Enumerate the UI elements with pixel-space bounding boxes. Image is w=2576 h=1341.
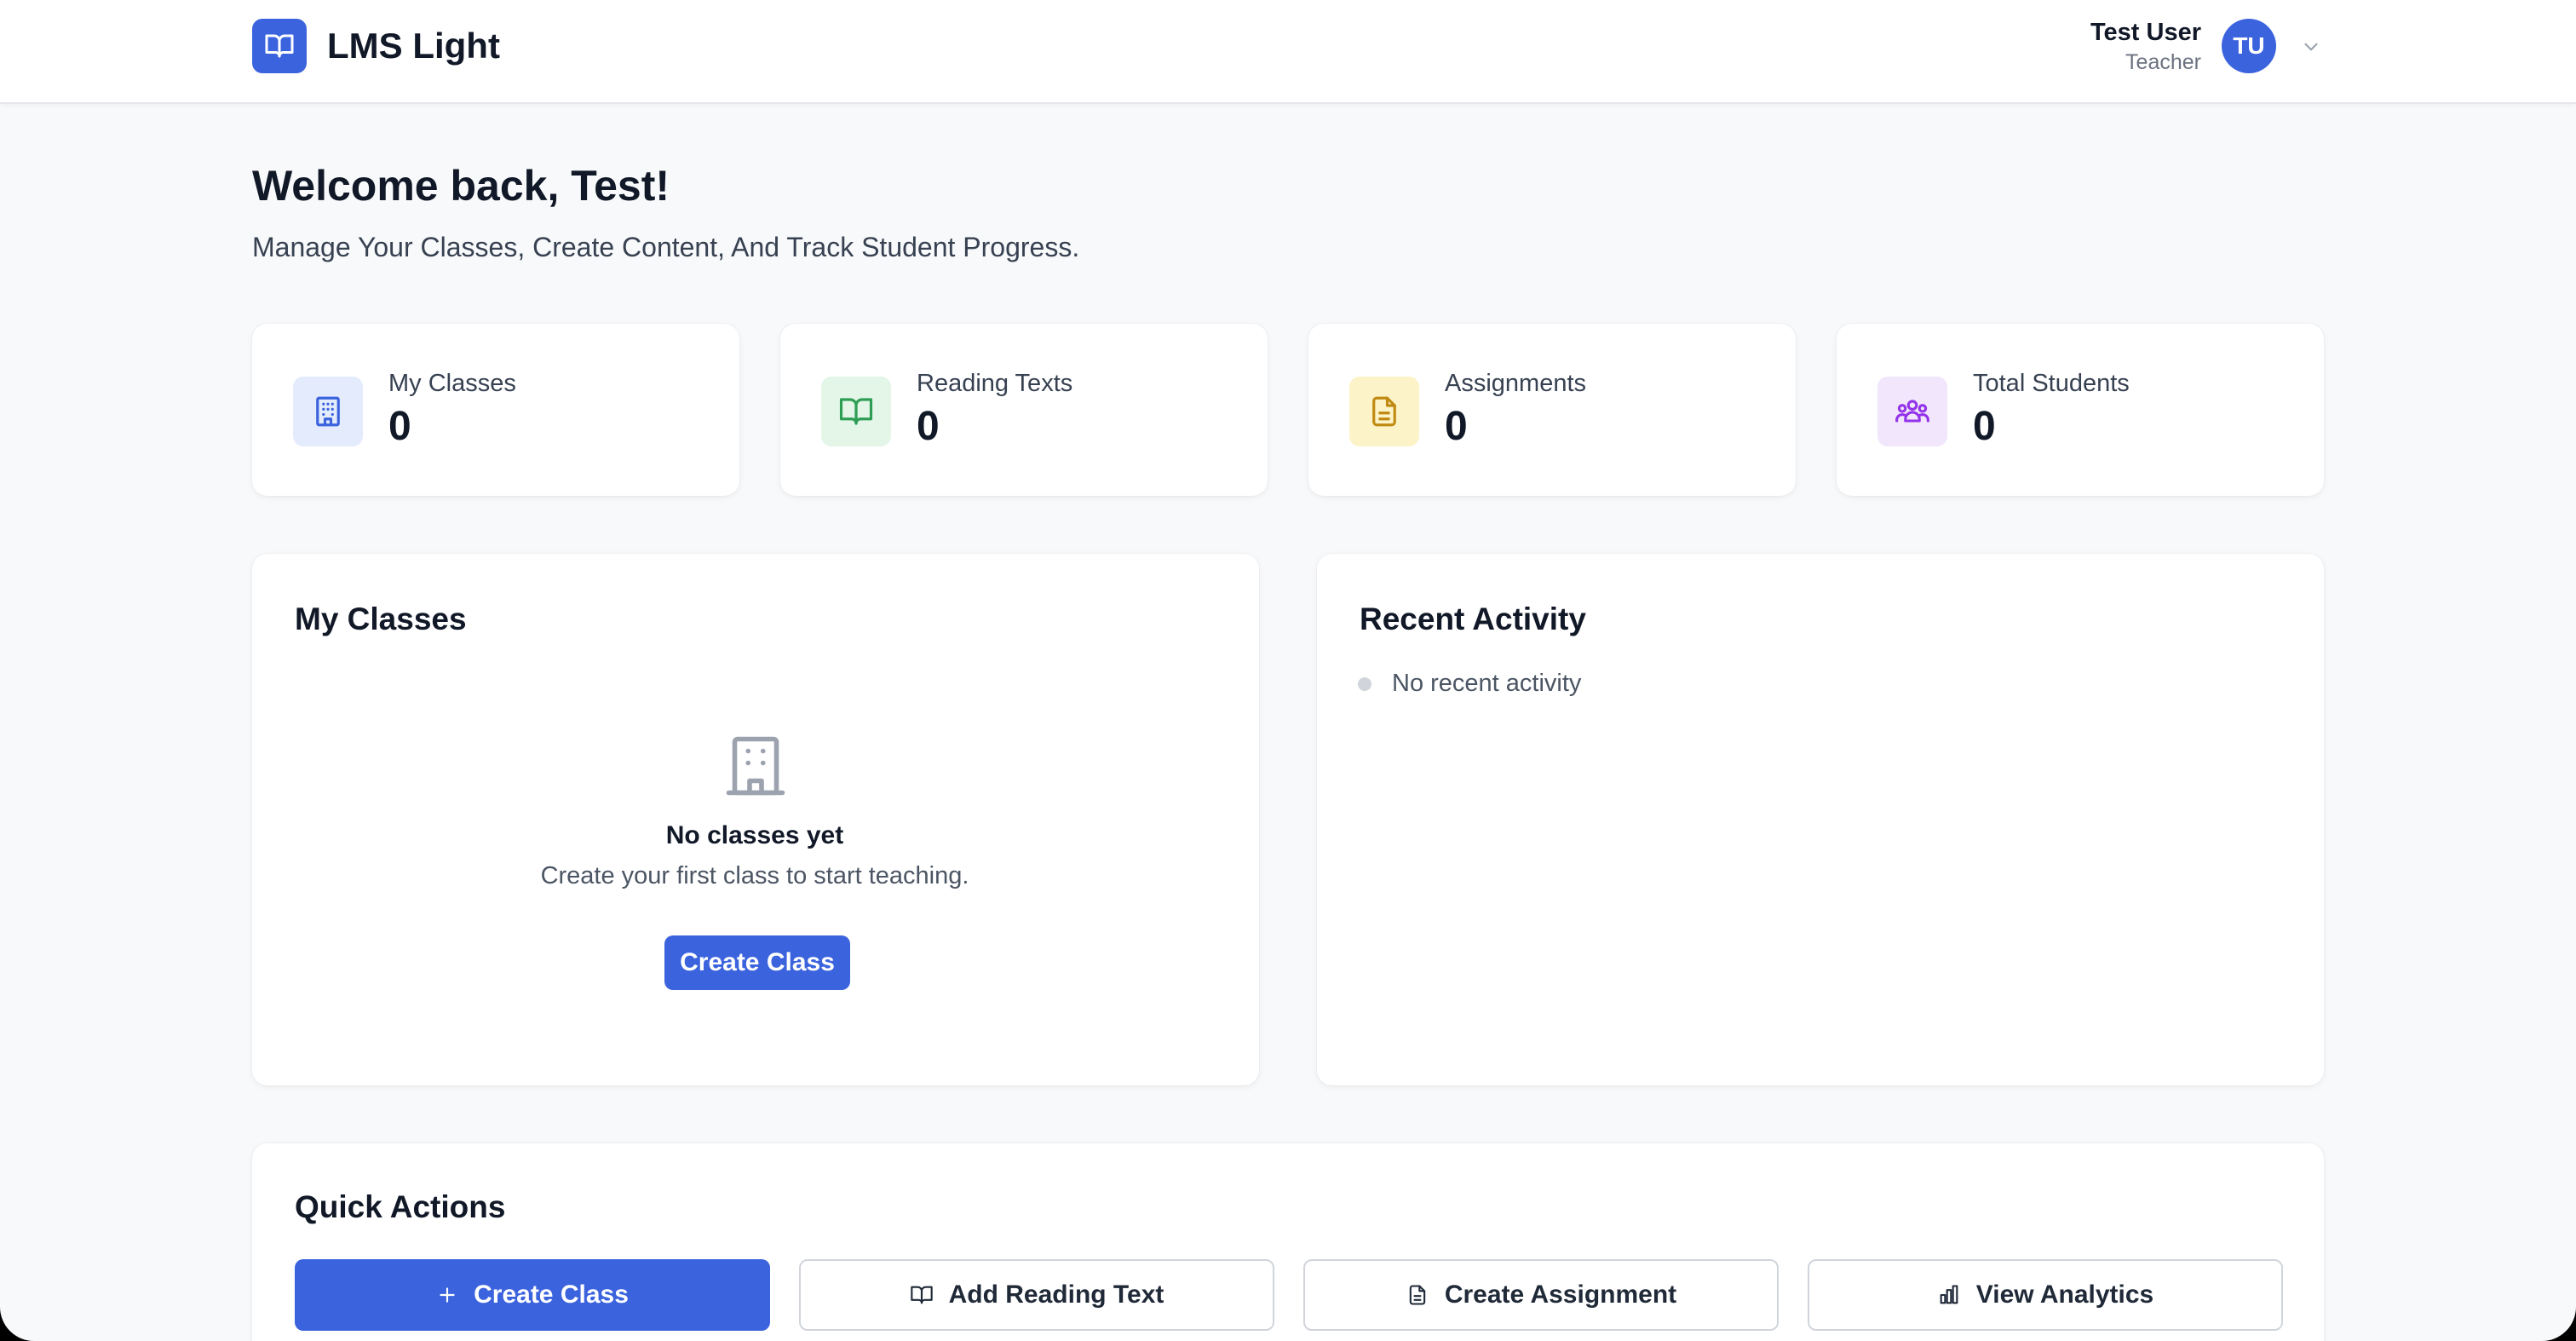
user-name: Test User [2090, 19, 2201, 46]
stat-card-my-classes: My Classes 0 [252, 324, 739, 496]
stat-card-assignments: Assignments 0 [1308, 324, 1796, 496]
button-label: Create Class [474, 1281, 629, 1309]
bar-chart-icon [1937, 1283, 1961, 1307]
book-open-icon[interactable] [252, 19, 307, 73]
stat-label: Total Students [1973, 370, 2130, 397]
document-icon [1349, 377, 1419, 446]
stat-value: 0 [1973, 404, 1996, 449]
stat-value: 0 [388, 404, 411, 449]
create-assignment-button[interactable]: Create Assignment [1303, 1259, 1779, 1331]
add-reading-text-button[interactable]: Add Reading Text [799, 1259, 1274, 1331]
stat-card-total-students: Total Students 0 [1837, 324, 2324, 496]
building-icon [719, 729, 792, 803]
top-header: LMS Light Test User Teacher TU [0, 0, 2576, 104]
recent-activity-panel: Recent Activity No recent activity [1317, 554, 2324, 1085]
stat-value: 0 [1445, 404, 1468, 449]
app-title[interactable]: LMS Light [327, 24, 500, 68]
stat-label: Reading Texts [917, 370, 1073, 397]
quick-create-class-button[interactable]: Create Class [295, 1259, 770, 1331]
my-classes-panel: My Classes No classes yet Create your fi… [252, 554, 1259, 1085]
app-window: LMS Light Test User Teacher TU Welcome b… [0, 0, 2576, 1341]
empty-state-title: No classes yet [665, 821, 844, 849]
page-subtitle: Manage Your Classes, Create Content, And… [252, 232, 1080, 262]
avatar-initials: TU [2233, 32, 2265, 59]
book-open-icon [910, 1283, 934, 1307]
avatar[interactable]: TU [2222, 19, 2276, 73]
page-title: Welcome back, Test! [252, 162, 670, 210]
create-class-button[interactable]: Create Class [664, 935, 850, 990]
button-label: Create Assignment [1444, 1281, 1677, 1309]
document-icon [1406, 1283, 1429, 1307]
panel-title: Quick Actions [295, 1189, 506, 1224]
bullet-dot-icon [1358, 676, 1371, 691]
users-group-icon [1877, 377, 1947, 446]
stat-value: 0 [917, 404, 940, 449]
button-label: View Analytics [1975, 1281, 2154, 1309]
activity-item: No recent activity [1358, 670, 1581, 698]
user-role: Teacher [2125, 50, 2201, 74]
button-label: Add Reading Text [948, 1281, 1164, 1309]
chevron-down-icon[interactable] [2297, 32, 2326, 61]
stat-label: My Classes [388, 370, 516, 397]
view-analytics-button[interactable]: View Analytics [1808, 1259, 2283, 1331]
stat-card-reading-texts: Reading Texts 0 [780, 324, 1268, 496]
quick-actions-panel: Quick Actions Create Class Add Reading T… [252, 1143, 2324, 1341]
stat-label: Assignments [1445, 370, 1587, 397]
plus-icon [436, 1284, 458, 1306]
activity-text: No recent activity [1392, 670, 1582, 697]
building-icon [293, 377, 363, 446]
book-open-icon [821, 377, 891, 446]
panel-title: Recent Activity [1360, 601, 1586, 636]
panel-title: My Classes [295, 601, 467, 636]
empty-state-text: Create your first class to start teachin… [540, 862, 969, 889]
